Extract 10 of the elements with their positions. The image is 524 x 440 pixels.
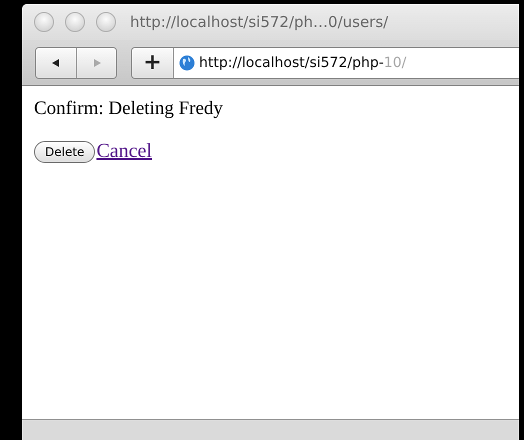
window-control-icon[interactable] (96, 12, 116, 32)
cancel-link[interactable]: Cancel (96, 140, 152, 163)
back-button[interactable] (36, 48, 76, 78)
back-arrow-icon (51, 58, 61, 68)
delete-button[interactable]: Delete (34, 141, 96, 163)
window-control-icon[interactable] (65, 12, 85, 32)
window-title: http://localhost/si572/ph…0/users/ (130, 13, 388, 31)
forward-arrow-icon (92, 58, 102, 68)
confirm-message: Confirm: Deleting Fredy (34, 98, 224, 120)
window-control-icon[interactable] (34, 12, 54, 32)
